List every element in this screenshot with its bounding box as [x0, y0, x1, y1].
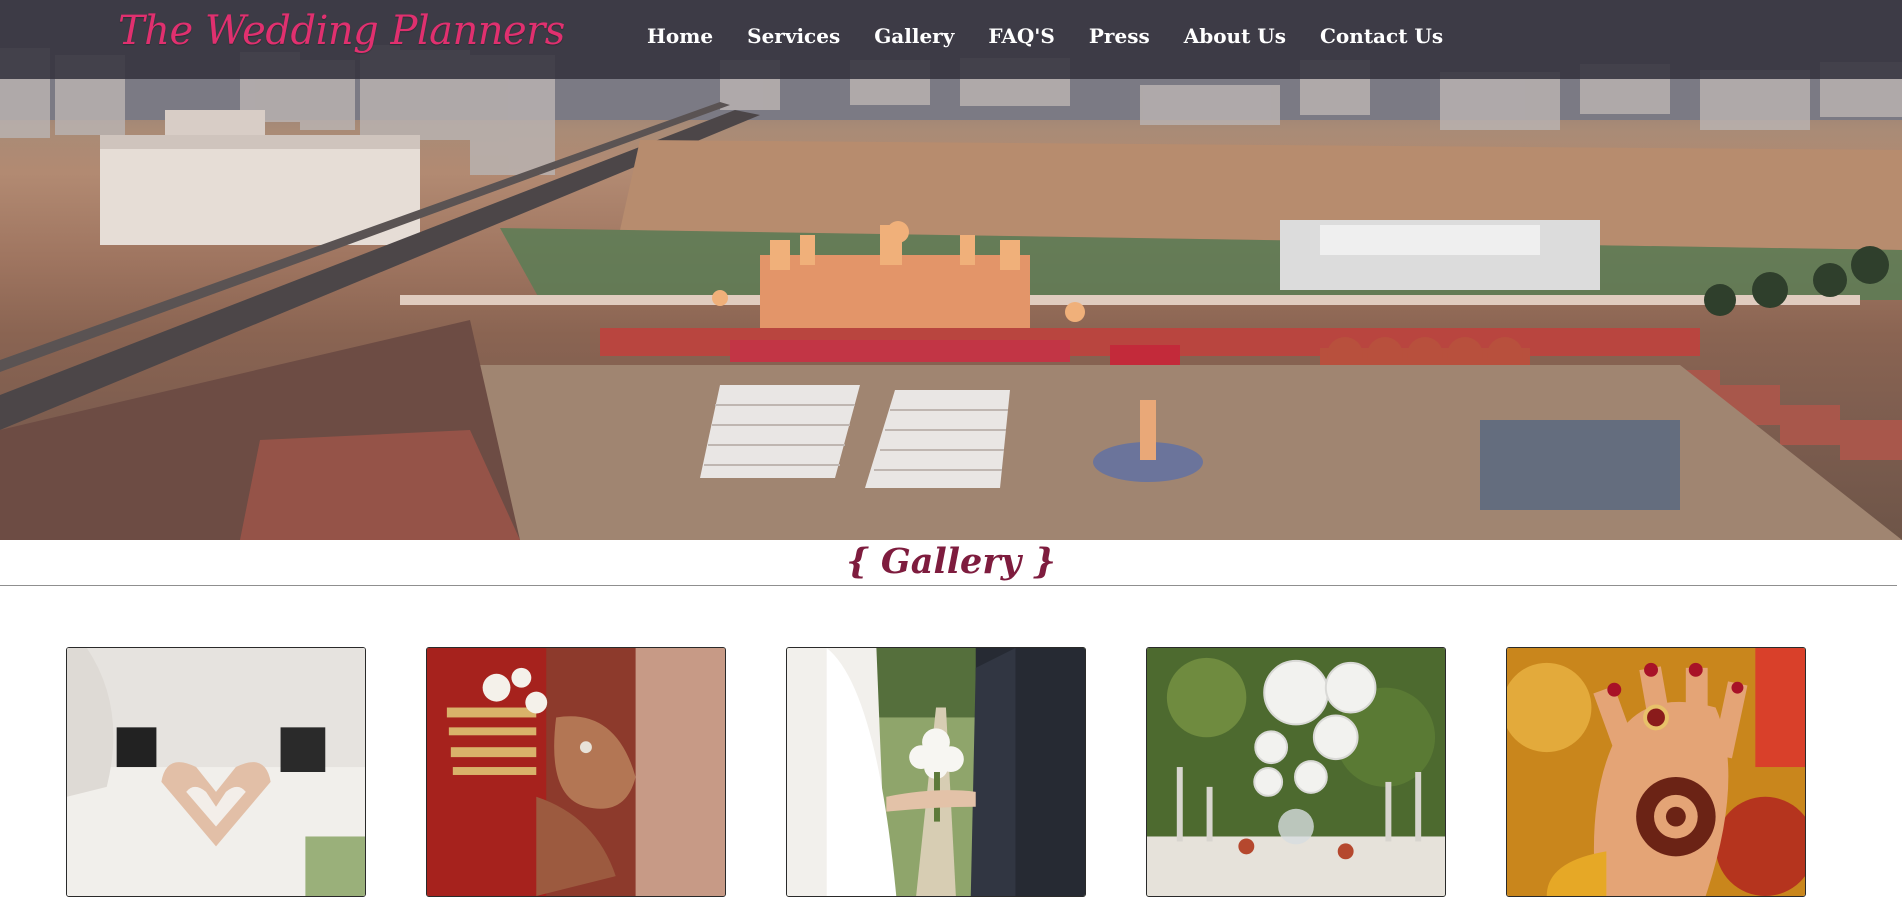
nav-gallery[interactable]: Gallery: [874, 24, 954, 48]
aerial-venue-illustration: [0, 0, 1902, 540]
nav-services[interactable]: Services: [747, 24, 840, 48]
top-navbar: The Wedding Planners Home Services Galle…: [0, 0, 1902, 79]
gallery-photo-couple-bouquet[interactable]: [786, 647, 1086, 897]
site-logo[interactable]: The Wedding Planners: [118, 8, 565, 54]
gallery-photo-heart-hands[interactable]: [66, 647, 366, 897]
main-nav: Home Services Gallery FAQ'S Press About …: [647, 24, 1477, 48]
nav-contact-us[interactable]: Contact Us: [1320, 24, 1443, 48]
gallery-photo-henna-hand[interactable]: [1506, 647, 1806, 897]
nav-press[interactable]: Press: [1089, 24, 1150, 48]
nav-home[interactable]: Home: [647, 24, 713, 48]
hero-image: [0, 0, 1902, 540]
gallery-heading: { Gallery }: [846, 541, 1056, 582]
section-divider: [0, 585, 1897, 586]
gallery-photo-mehndi-bangles[interactable]: [426, 647, 726, 897]
nav-about-us[interactable]: About Us: [1184, 24, 1286, 48]
nav-faqs[interactable]: FAQ'S: [988, 24, 1055, 48]
gallery-photo-table-setting[interactable]: [1146, 647, 1446, 897]
